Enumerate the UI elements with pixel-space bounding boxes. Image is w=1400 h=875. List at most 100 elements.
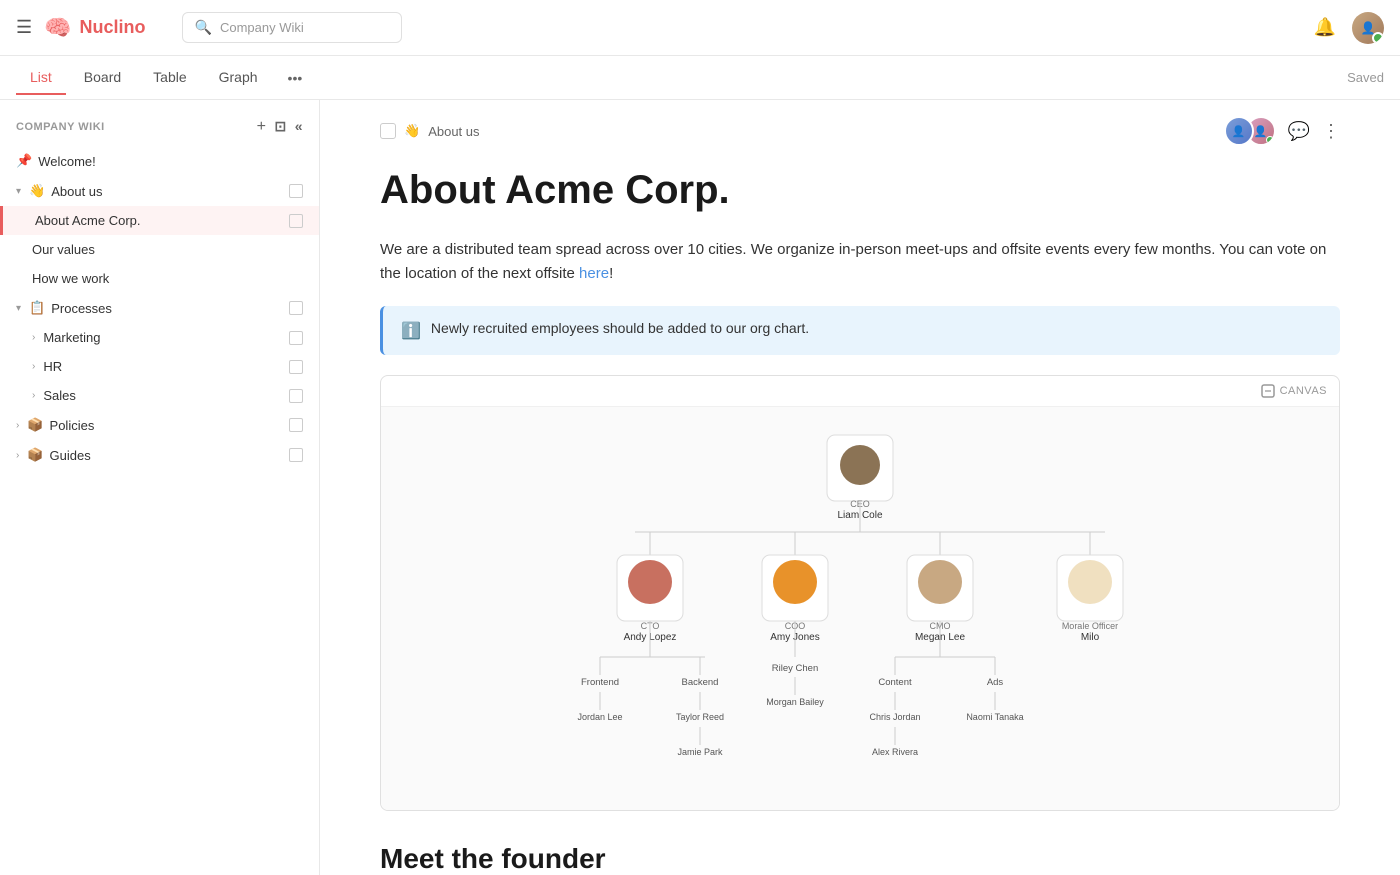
canvas-label: CANVAS [1261, 384, 1327, 398]
svg-text:Ads: Ads [987, 677, 1004, 688]
content-area: 👋 About us 👤 👤 💬 ⋮ About Acme Corp. [320, 100, 1400, 875]
canvas-block: CANVAS CEO Liam Cole [380, 375, 1340, 811]
sidebar-item-sales[interactable]: › Sales [0, 381, 319, 410]
svg-text:Jamie Park: Jamie Park [677, 747, 723, 757]
sidebar-add-icon[interactable]: + [257, 118, 267, 136]
svg-text:Content: Content [878, 677, 912, 688]
more-options-icon[interactable]: ⋮ [1322, 121, 1340, 142]
svg-text:Chris Jordan: Chris Jordan [869, 712, 920, 722]
sidebar-item-welcome[interactable]: 📌 Welcome! [0, 146, 319, 176]
sidebar-item-checkbox[interactable] [289, 389, 303, 403]
chevron-right-icon: › [32, 390, 35, 401]
chevron-down-icon: ▾ [16, 303, 21, 314]
sidebar-item-checkbox[interactable] [289, 360, 303, 374]
guides-emoji: 📦 [27, 447, 43, 463]
comment-icon[interactable]: 💬 [1288, 121, 1310, 142]
chevron-right-icon: › [32, 361, 35, 372]
hamburger-icon[interactable]: ☰ [16, 17, 32, 38]
page-body: We are a distributed team spread across … [380, 238, 1340, 286]
body-text-1: We are a distributed team spread across … [380, 241, 1326, 282]
brain-icon: 🧠 [44, 15, 71, 41]
sidebar: COMPANY WIKI + ⊡ « 📌 Welcome! ▾ 👋 About … [0, 100, 320, 875]
sidebar-header-actions: + ⊡ « [257, 118, 303, 136]
sidebar-item-label: Marketing [43, 330, 100, 345]
sidebar-item-label: Our values [32, 242, 95, 257]
sidebar-item-label: Guides [50, 448, 91, 463]
sidebar-item-label: Processes [51, 301, 112, 316]
processes-emoji: 📋 [29, 300, 45, 316]
org-chart-svg: CEO Liam Cole CTO Andy Lopez [401, 427, 1319, 787]
svg-text:Jordan Lee: Jordan Lee [577, 712, 622, 722]
tabs-more-icon[interactable]: ••• [280, 66, 311, 90]
sidebar-item-guides[interactable]: › 📦 Guides [0, 440, 319, 470]
sidebar-item-checkbox[interactable] [289, 301, 303, 315]
tab-board[interactable]: Board [70, 61, 135, 95]
sidebar-item-processes[interactable]: ▾ 📋 Processes [0, 293, 319, 323]
sidebar-item-label: Welcome! [38, 154, 96, 169]
tab-table[interactable]: Table [139, 61, 200, 95]
sidebar-item-policies[interactable]: › 📦 Policies [0, 410, 319, 440]
sidebar-item-checkbox[interactable] [289, 448, 303, 462]
sidebar-item-about-us[interactable]: ▾ 👋 About us [0, 176, 319, 206]
sidebar-item-checkbox[interactable] [289, 184, 303, 198]
content-actions: 👤 👤 💬 ⋮ [1224, 116, 1340, 146]
breadcrumb-emoji: 👋 [404, 123, 420, 139]
breadcrumb-checkbox[interactable] [380, 123, 396, 139]
sidebar-item-about-acme[interactable]: About Acme Corp. [0, 206, 319, 235]
canvas-icon [1261, 384, 1275, 398]
info-box: ℹ️ Newly recruited employees should be a… [380, 306, 1340, 355]
sidebar-item-label: Sales [43, 388, 76, 403]
search-bar[interactable]: 🔍 Company Wiki [182, 12, 402, 43]
breadcrumb-text: About us [428, 124, 479, 139]
tab-list[interactable]: List [16, 61, 66, 95]
svg-text:Taylor Reed: Taylor Reed [676, 712, 724, 722]
user-avatar-wrapper: 👤 [1352, 12, 1384, 44]
sidebar-header: COMPANY WIKI + ⊡ « [0, 112, 319, 146]
svg-text:Morale Officer: Morale Officer [1062, 621, 1118, 631]
sidebar-title: COMPANY WIKI [16, 121, 105, 133]
sidebar-item-checkbox[interactable] [289, 214, 303, 228]
sidebar-item-marketing[interactable]: › Marketing [0, 323, 319, 352]
svg-text:Morgan Bailey: Morgan Bailey [766, 697, 824, 707]
sidebar-item-checkbox[interactable] [289, 418, 303, 432]
policies-emoji: 📦 [27, 417, 43, 433]
info-icon: ℹ️ [401, 321, 421, 341]
user-avatar[interactable]: 👤 [1352, 12, 1384, 44]
sidebar-expand-icon[interactable]: ⊡ [274, 118, 286, 136]
sidebar-item-how-we-work[interactable]: How we work [0, 264, 319, 293]
main-layout: COMPANY WIKI + ⊡ « 📌 Welcome! ▾ 👋 About … [0, 100, 1400, 875]
notification-bell-icon[interactable]: 🔔 [1314, 17, 1336, 38]
topbar: ☰ 🧠 Nuclino 🔍 Company Wiki 🔔 👤 [0, 0, 1400, 56]
topbar-left: ☰ 🧠 Nuclino 🔍 Company Wiki [16, 12, 402, 43]
page-title: About Acme Corp. [380, 166, 1340, 214]
collab-avatars: 👤 👤 [1224, 116, 1276, 146]
sidebar-item-checkbox[interactable] [289, 331, 303, 345]
sidebar-item-our-values[interactable]: Our values [0, 235, 319, 264]
chevron-right-icon: › [16, 420, 19, 431]
canvas-header: CANVAS [381, 376, 1339, 407]
about-us-emoji: 👋 [29, 183, 45, 199]
tabs-bar: List Board Table Graph ••• Saved [0, 56, 1400, 100]
svg-text:Backend: Backend [682, 677, 719, 688]
tab-graph[interactable]: Graph [205, 61, 272, 95]
chevron-right-icon: › [32, 332, 35, 343]
chevron-right-icon: › [16, 450, 19, 461]
section-title: Meet the founder [380, 843, 1340, 875]
collab-avatar-1[interactable]: 👤 [1224, 116, 1254, 146]
logo-text: Nuclino [80, 17, 146, 38]
search-placeholder: Company Wiki [220, 20, 304, 35]
svg-text:Frontend: Frontend [581, 677, 619, 688]
sidebar-item-label: HR [43, 359, 62, 374]
sidebar-item-hr[interactable]: › HR [0, 352, 319, 381]
chevron-down-icon: ▾ [16, 186, 21, 197]
svg-text:Naomi Tanaka: Naomi Tanaka [966, 712, 1023, 722]
body-link[interactable]: here [579, 265, 609, 282]
sidebar-collapse-icon[interactable]: « [295, 118, 303, 136]
content-topbar: 👋 About us 👤 👤 💬 ⋮ [380, 100, 1340, 158]
breadcrumb: 👋 About us [380, 123, 480, 139]
body-text-2: ! [609, 265, 613, 282]
search-icon: 🔍 [195, 19, 212, 36]
sidebar-item-label: Policies [50, 418, 95, 433]
sidebar-item-label: How we work [32, 271, 109, 286]
logo: 🧠 Nuclino [44, 15, 145, 41]
